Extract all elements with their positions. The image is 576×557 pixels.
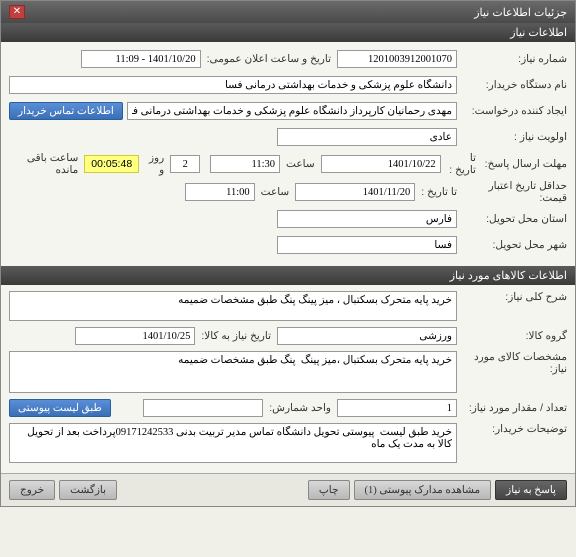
respond-button[interactable]: پاسخ به نیاز: [495, 480, 567, 500]
need-no-label: شماره نیاز:: [457, 53, 567, 65]
time-label-2: ساعت: [255, 186, 296, 198]
section2-header: اطلاعات کالاهای مورد نیاز: [1, 266, 575, 285]
section2-body: شرح کلی نیاز: خرید پایه متحرک بسکتبال ، …: [1, 285, 575, 473]
announce-dt-label: تاریخ و ساعت اعلان عمومی:: [201, 53, 337, 65]
requester-label: ایجاد کننده درخواست:: [457, 105, 567, 117]
to-date-label: تا تاریخ :: [441, 152, 476, 176]
deadline-time-field[interactable]: [210, 155, 280, 173]
section1-header: اطلاعات نیاز: [1, 23, 575, 42]
validity-date-field[interactable]: [295, 183, 415, 201]
qty-field[interactable]: [337, 399, 457, 417]
buyer-org-field[interactable]: [9, 76, 457, 94]
to-date2-label: تا تاریخ :: [415, 186, 457, 198]
window-title: جزئیات اطلاعات نیاز: [474, 6, 567, 19]
deadline-label: مهلت ارسال پاسخ:: [476, 158, 567, 170]
unit-label: واحد شمارش:: [263, 402, 337, 414]
time-left-label: ساعت باقی مانده: [9, 152, 84, 176]
buyer-notes-field[interactable]: خرید طبق لیست پیوستی تحویل دانشگاه تماس …: [9, 423, 457, 463]
province-label: استان محل تحویل:: [457, 213, 567, 225]
goods-spec-label: مشخصات کالای مورد نیاز:: [457, 351, 567, 375]
days-left-field: [170, 155, 200, 173]
section1-body: شماره نیاز: تاریخ و ساعت اعلان عمومی: نا…: [1, 42, 575, 266]
need-desc-label: شرح کلی نیاز:: [457, 291, 567, 303]
unit-field[interactable]: [143, 399, 263, 417]
need-by-date-field[interactable]: [75, 327, 195, 345]
requester-field[interactable]: [127, 102, 457, 120]
deadline-date-field[interactable]: [321, 155, 441, 173]
buyer-notes-label: توضیحات خریدار:: [457, 423, 567, 435]
province-field[interactable]: [277, 210, 457, 228]
city-label: شهر محل تحویل:: [457, 239, 567, 251]
qty-label: تعداد / مقدار مورد نیاز:: [457, 402, 567, 414]
priority-field[interactable]: [277, 128, 457, 146]
priority-label: اولویت نیاز :: [457, 131, 567, 143]
attach-list-button[interactable]: طبق لیست پیوستی: [9, 399, 111, 417]
validity-time-field[interactable]: [185, 183, 255, 201]
print-button[interactable]: چاپ: [308, 480, 350, 500]
days-and-label: روز و: [139, 152, 170, 176]
need-no-field[interactable]: [337, 50, 457, 68]
main-window: جزئیات اطلاعات نیاز ✕ اطلاعات نیاز شماره…: [0, 0, 576, 507]
view-attach-button[interactable]: مشاهده مدارک پیوستی (1): [354, 480, 492, 500]
footer-bar: پاسخ به نیاز مشاهده مدارک پیوستی (1) چاپ…: [1, 473, 575, 506]
buyer-contact-button[interactable]: اطلاعات تماس خریدار: [9, 102, 123, 120]
need-desc-field[interactable]: خرید پایه متحرک بسکتبال ، میز پینگ پنگ ط…: [9, 291, 457, 321]
buyer-org-label: نام دستگاه خریدار:: [457, 79, 567, 91]
back-button[interactable]: بازگشت: [59, 480, 117, 500]
price-validity-label: حداقل تاریخ اعتبار قیمت:: [457, 180, 567, 204]
goods-group-label: گروه کالا:: [457, 330, 567, 342]
time-label-1: ساعت: [280, 158, 321, 170]
titlebar: جزئیات اطلاعات نیاز ✕: [1, 1, 575, 23]
countdown-field: 00:05:48: [84, 155, 139, 173]
need-by-date-label: تاریخ نیاز به کالا:: [195, 330, 277, 342]
goods-group-field[interactable]: [277, 327, 457, 345]
exit-button[interactable]: خروج: [9, 480, 55, 500]
city-field[interactable]: [277, 236, 457, 254]
close-icon[interactable]: ✕: [9, 5, 25, 19]
goods-spec-field[interactable]: خرید پایه متحرک بسکتبال ،میز پینگ پنگ طب…: [9, 351, 457, 393]
announce-dt-field[interactable]: [81, 50, 201, 68]
